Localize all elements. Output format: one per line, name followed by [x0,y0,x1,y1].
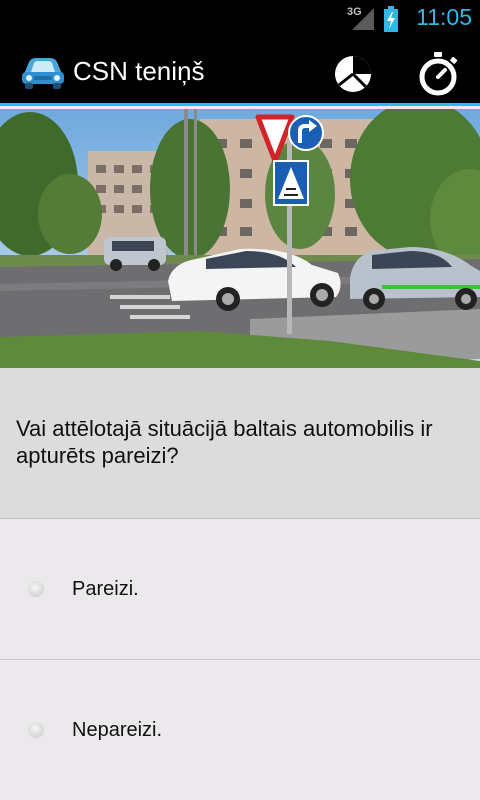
question-box: Vai attēlotajā situācijā baltais automob… [0,368,480,519]
car-icon[interactable] [20,54,66,92]
question-text: Vai attēlotajā situācijā baltais automob… [16,416,433,468]
question-photo [0,109,480,368]
radio-button-icon[interactable] [28,722,44,738]
action-bar: CSN teniņš [0,38,480,106]
answer-option-incorrect[interactable]: Nepareizi. [0,660,480,800]
battery-charging-icon [384,6,398,32]
pie-chart-icon[interactable] [331,52,375,96]
status-bar: 3G 11:05 [0,0,480,38]
status-clock: 11:05 [416,4,472,30]
radio-button-icon[interactable] [28,581,44,597]
answer-label: Pareizi. [72,578,139,600]
answer-option-correct[interactable]: Pareizi. [0,519,480,660]
stopwatch-icon[interactable] [415,50,461,98]
app-title: CSN teniņš [73,56,205,86]
action-bar-divider [0,103,480,106]
signal-icon [352,8,374,30]
answer-label: Nepareizi. [72,719,163,741]
